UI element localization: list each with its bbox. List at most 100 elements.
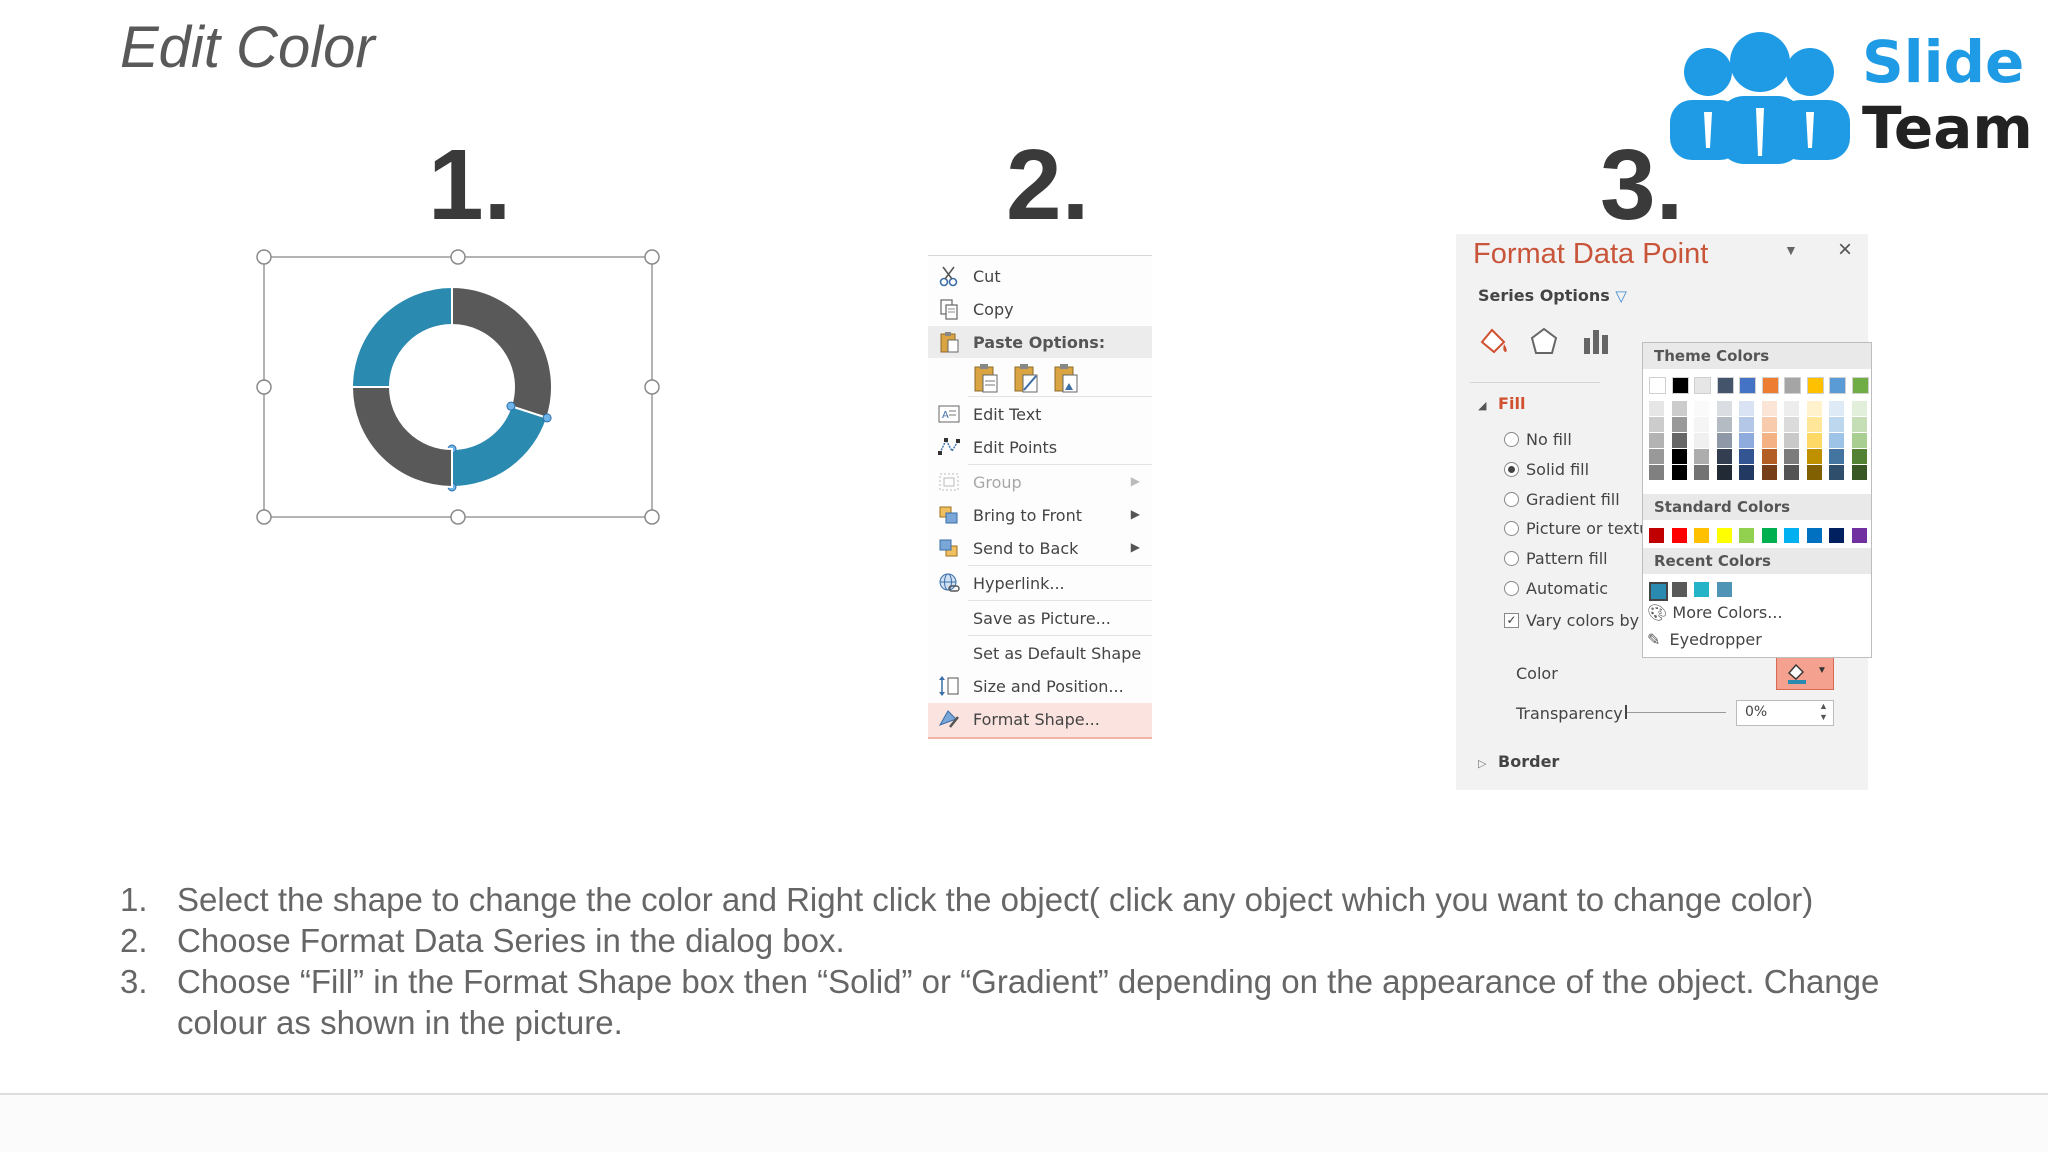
paste-keep-formatting-icon[interactable] (972, 363, 1002, 395)
color-swatch[interactable] (1649, 433, 1664, 448)
spinner-icon[interactable]: ▲ ▼ (1819, 701, 1828, 723)
resize-handle[interactable] (450, 249, 466, 265)
color-swatch[interactable] (1806, 417, 1822, 432)
color-swatch[interactable] (1806, 528, 1822, 543)
vary-colors-checkbox[interactable]: ✓ (1504, 613, 1519, 628)
color-swatch[interactable] (1829, 401, 1844, 416)
menu-item-format-shape[interactable]: Format Shape... (928, 703, 1152, 739)
close-icon[interactable]: × (1838, 236, 1852, 264)
menu-item-copy[interactable]: Copy (928, 293, 1152, 325)
color-swatch[interactable] (1649, 377, 1666, 394)
color-swatch[interactable] (1851, 377, 1869, 394)
color-swatch[interactable] (1694, 401, 1709, 416)
color-swatch[interactable] (1784, 433, 1799, 448)
color-swatch[interactable] (1716, 528, 1732, 543)
resize-handle[interactable] (644, 379, 660, 395)
color-swatch[interactable] (1806, 401, 1822, 416)
color-swatch[interactable] (1649, 465, 1664, 480)
color-swatch[interactable] (1739, 377, 1756, 394)
effects-pentagon-icon[interactable] (1526, 324, 1562, 360)
resize-handle[interactable] (256, 379, 272, 395)
border-section-header[interactable]: ▷ Border (1478, 752, 1559, 771)
menu-item-send-to-back[interactable]: Send to Back ▶ (928, 532, 1152, 564)
color-swatch[interactable] (1694, 465, 1709, 480)
color-swatch[interactable] (1739, 401, 1754, 416)
resize-handle[interactable] (450, 509, 466, 525)
color-swatch[interactable] (1739, 433, 1754, 448)
color-swatch[interactable] (1806, 465, 1822, 480)
fill-line-icon[interactable] (1476, 324, 1512, 360)
color-swatch[interactable] (1784, 528, 1799, 543)
color-swatch[interactable] (1829, 417, 1844, 432)
color-swatch[interactable] (1649, 528, 1664, 543)
resize-handle[interactable] (256, 249, 272, 265)
fill-option-gradient-fill[interactable]: Gradient fill (1504, 490, 1654, 514)
color-swatch[interactable] (1671, 582, 1687, 597)
transparency-slider[interactable] (1625, 705, 1726, 719)
fill-option-solid-fill[interactable]: Solid fill (1504, 460, 1654, 484)
menu-item-edit-text[interactable]: A Edit Text (928, 398, 1152, 430)
pane-options-dropdown-icon[interactable]: ▼ (1784, 242, 1798, 258)
slider-thumb[interactable] (1625, 705, 1627, 719)
color-swatch[interactable] (1716, 377, 1734, 394)
color-swatch[interactable] (1851, 417, 1867, 432)
color-swatch[interactable] (1829, 449, 1844, 464)
data-point-handle[interactable] (506, 401, 516, 411)
color-swatch[interactable] (1761, 449, 1777, 464)
color-swatch[interactable] (1671, 433, 1687, 448)
color-swatch[interactable] (1784, 401, 1799, 416)
donut-slice[interactable] (350, 386, 453, 489)
color-swatch[interactable] (1739, 417, 1754, 432)
color-swatch[interactable] (1694, 449, 1709, 464)
color-swatch[interactable] (1851, 449, 1867, 464)
color-swatch[interactable] (1761, 433, 1777, 448)
color-swatch[interactable] (1739, 465, 1754, 480)
fill-option-no-fill[interactable]: No fill (1504, 430, 1654, 454)
color-swatch[interactable] (1761, 528, 1777, 543)
donut-chart-selection[interactable] (250, 245, 660, 531)
fill-option-automatic[interactable]: Automatic (1504, 579, 1654, 603)
color-swatch[interactable] (1761, 417, 1777, 432)
color-swatch[interactable] (1806, 449, 1822, 464)
color-swatch[interactable] (1649, 401, 1664, 416)
more-colors-item[interactable]: 🎨︎ More Colors... (1647, 603, 1783, 622)
color-swatch[interactable] (1716, 465, 1732, 480)
donut-slice[interactable] (350, 285, 453, 388)
color-swatch[interactable] (1716, 417, 1732, 432)
donut-slice[interactable] (451, 404, 549, 489)
color-swatch[interactable] (1671, 465, 1687, 480)
color-swatch[interactable] (1829, 377, 1846, 394)
color-swatch[interactable] (1829, 433, 1844, 448)
color-swatch[interactable] (1671, 377, 1689, 394)
fill-section-header[interactable]: ◢ Fill (1478, 394, 1525, 413)
color-swatch[interactable] (1671, 528, 1687, 543)
radio-gradient-fill[interactable] (1504, 492, 1519, 507)
color-swatch[interactable] (1694, 582, 1709, 597)
color-swatch[interactable] (1851, 433, 1867, 448)
vary-colors-checkbox-row[interactable]: ✓ Vary colors by sl (1504, 611, 1657, 635)
color-swatch[interactable] (1851, 465, 1867, 480)
menu-item-size-and-position[interactable]: Size and Position... (928, 670, 1152, 702)
color-swatch[interactable] (1716, 449, 1732, 464)
resize-handle[interactable] (644, 509, 660, 525)
fill-option-pattern-fill[interactable]: Pattern fill (1504, 549, 1654, 573)
radio-automatic[interactable] (1504, 581, 1519, 596)
donut-slice[interactable] (451, 285, 553, 420)
color-swatch[interactable] (1761, 465, 1777, 480)
color-swatch[interactable] (1694, 377, 1711, 394)
color-swatch[interactable] (1784, 465, 1799, 480)
color-swatch[interactable] (1649, 417, 1664, 432)
color-swatch[interactable] (1694, 433, 1709, 448)
menu-item-save-as-picture[interactable]: Save as Picture... (928, 602, 1152, 634)
menu-item-set-default-shape[interactable]: Set as Default Shape (928, 637, 1152, 669)
color-swatch[interactable] (1716, 433, 1732, 448)
color-swatch[interactable] (1649, 582, 1668, 601)
transparency-input[interactable]: 0% ▲ ▼ (1736, 700, 1834, 726)
color-swatch[interactable] (1739, 528, 1754, 543)
radio-solid-fill[interactable] (1504, 462, 1519, 477)
color-swatch[interactable] (1784, 417, 1799, 432)
donut-chart[interactable] (250, 245, 660, 531)
color-picker-button[interactable]: ▼ (1776, 656, 1834, 690)
radio-no-fill[interactable] (1504, 432, 1519, 447)
radio-pattern-fill[interactable] (1504, 551, 1519, 566)
